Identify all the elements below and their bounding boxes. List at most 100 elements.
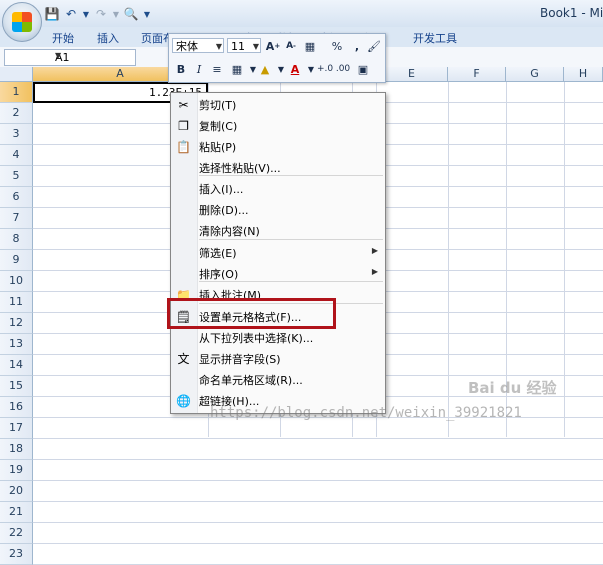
menu-item[interactable]: 从下拉列表中选择(K)... bbox=[171, 327, 385, 348]
quick-access-toolbar: 💾 ↶ ▼ ↷ ▼ 🔍 ▼ bbox=[44, 5, 152, 23]
row-header[interactable]: 10 bbox=[0, 271, 33, 292]
row-header[interactable]: 22 bbox=[0, 523, 33, 544]
row-header[interactable]: 6 bbox=[0, 187, 33, 208]
menu-item[interactable]: 插入(I)... bbox=[171, 178, 385, 199]
row-header[interactable]: 20 bbox=[0, 481, 33, 502]
menu-item[interactable]: 筛选(E) ▶ bbox=[171, 242, 385, 263]
print-preview-icon[interactable]: 🔍 bbox=[123, 6, 139, 22]
merge-center-icon[interactable]: ▣ bbox=[355, 61, 371, 77]
italic-icon[interactable]: I bbox=[191, 61, 207, 77]
column-header[interactable]: F bbox=[448, 67, 506, 82]
row-header[interactable]: 15 bbox=[0, 376, 33, 397]
row-header[interactable]: 11 bbox=[0, 292, 33, 313]
column-header[interactable]: H bbox=[564, 67, 603, 82]
paste-icon: 📋 bbox=[176, 139, 191, 154]
shrink-font-icon[interactable]: A- bbox=[283, 38, 299, 54]
menu-item-label: 命名单元格区域(R)... bbox=[199, 374, 303, 387]
menu-item[interactable]: ❐ 复制(C) bbox=[171, 115, 385, 136]
font-size-box[interactable]: 11 ▼ bbox=[227, 38, 261, 53]
menu-item-label: 复制(C) bbox=[199, 120, 238, 133]
menu-item-label: 插入(I)... bbox=[199, 183, 244, 196]
row-header[interactable]: 4 bbox=[0, 145, 33, 166]
menu-item[interactable]: 清除内容(N) bbox=[171, 220, 385, 241]
menu-separator bbox=[199, 239, 383, 240]
row-header[interactable]: 19 bbox=[0, 460, 33, 481]
highlight-box bbox=[167, 298, 336, 329]
menu-item[interactable]: 命名单元格区域(R)... bbox=[171, 369, 385, 390]
increase-decimal-icon[interactable]: +.0 bbox=[317, 61, 333, 77]
row-header[interactable]: 8 bbox=[0, 229, 33, 250]
menu-item-label: 删除(D)... bbox=[199, 204, 249, 217]
redo-icon[interactable]: ↷ bbox=[93, 6, 109, 22]
format-painter-icon[interactable]: 🖌 bbox=[366, 38, 382, 54]
row-header[interactable]: 14 bbox=[0, 355, 33, 376]
row-header[interactable]: 21 bbox=[0, 502, 33, 523]
redo-dropdown-icon[interactable]: ▼ bbox=[112, 6, 120, 22]
watermark-baidu: Bai du 经验 bbox=[468, 379, 557, 397]
submenu-arrow-icon: ▶ bbox=[371, 267, 378, 276]
office-button[interactable] bbox=[2, 2, 42, 42]
save-icon[interactable]: 💾 bbox=[44, 6, 60, 22]
decrease-decimal-icon[interactable]: .00 bbox=[335, 61, 351, 77]
bold-icon[interactable]: B bbox=[173, 61, 189, 77]
row-header[interactable]: 7 bbox=[0, 208, 33, 229]
name-box[interactable]: A1 ▼ bbox=[4, 49, 136, 66]
menu-item[interactable]: ✂ 剪切(T) bbox=[171, 94, 385, 115]
chevron-down-icon[interactable]: ▼ bbox=[253, 39, 259, 54]
percent-icon[interactable]: % bbox=[329, 38, 345, 54]
select-all-corner[interactable] bbox=[0, 67, 33, 82]
row-header[interactable]: 16 bbox=[0, 397, 33, 418]
menu-item[interactable]: 文显示拼音字段(S) bbox=[171, 348, 385, 369]
menu-separator bbox=[199, 175, 383, 176]
menu-item-label: 清除内容(N) bbox=[199, 225, 260, 238]
submenu-arrow-icon: ▶ bbox=[371, 246, 378, 255]
watermark-url: https://blog.csdn.net/weixin_39921821 bbox=[210, 405, 522, 421]
borders-icon[interactable]: ▦ bbox=[229, 61, 245, 77]
menu-item-label: 从下拉列表中选择(K)... bbox=[199, 332, 314, 345]
tab-developer[interactable]: 开发工具 bbox=[413, 30, 457, 46]
cell-styles-icon[interactable]: ▦ bbox=[302, 38, 318, 54]
phonetic-icon: 文 bbox=[177, 352, 190, 366]
fill-color-icon[interactable]: ▲ bbox=[257, 61, 273, 77]
mini-toolbar: 宋体 ▼ 11 ▼ A + A- ▦ % , 🖌 B I ≡ ▦ ▼ ▲ ▼ A ▼ … bbox=[168, 33, 386, 83]
row-header[interactable]: 2 bbox=[0, 103, 33, 124]
menu-item[interactable]: 📋 粘贴(P) bbox=[171, 136, 385, 157]
menu-item-label: 筛选(E) bbox=[199, 247, 237, 260]
row-header[interactable]: 1 bbox=[0, 82, 33, 103]
hyperlink-icon: 🌐 bbox=[176, 393, 191, 408]
chevron-down-icon[interactable]: ▼ bbox=[216, 39, 222, 54]
menu-item[interactable]: 删除(D)... bbox=[171, 199, 385, 220]
undo-dropdown-icon[interactable]: ▼ bbox=[82, 6, 90, 22]
row-header[interactable]: 5 bbox=[0, 166, 33, 187]
menu-item-label: 剪切(T) bbox=[199, 99, 237, 112]
column-header[interactable]: G bbox=[506, 67, 564, 82]
row-header[interactable]: 18 bbox=[0, 439, 33, 460]
column-header[interactable]: E bbox=[376, 67, 448, 82]
chevron-down-icon[interactable]: ▼ bbox=[55, 51, 133, 60]
menu-item-label: 排序(O) bbox=[199, 268, 239, 281]
menu-item-label: 选择性粘贴(V)... bbox=[199, 162, 281, 175]
comma-icon[interactable]: , bbox=[349, 38, 365, 54]
row-header[interactable]: 12 bbox=[0, 313, 33, 334]
font-name-value: 宋体 bbox=[176, 40, 198, 53]
row-header[interactable]: 13 bbox=[0, 334, 33, 355]
menu-separator bbox=[199, 281, 383, 282]
tab-insert[interactable]: 插入 bbox=[97, 30, 119, 46]
context-menu: ✂ 剪切(T) ❐ 复制(C) 📋 粘贴(P) 选择性粘贴(V)... 插入(I)... 删除(… bbox=[170, 92, 386, 414]
font-color-icon[interactable]: A bbox=[287, 61, 303, 77]
copy-icon: ❐ bbox=[178, 118, 189, 133]
scissors-icon: ✂ bbox=[178, 97, 189, 112]
row-header[interactable]: 9 bbox=[0, 250, 33, 271]
font-size-value: 11 bbox=[231, 40, 245, 53]
undo-icon[interactable]: ↶ bbox=[63, 6, 79, 22]
office-logo-icon bbox=[12, 12, 32, 32]
row-header[interactable]: 23 bbox=[0, 544, 33, 565]
tab-home[interactable]: 开始 bbox=[52, 30, 74, 46]
menu-item-label: 粘贴(P) bbox=[199, 141, 237, 154]
row-header[interactable]: 17 bbox=[0, 418, 33, 439]
grow-font-icon[interactable]: A + bbox=[265, 38, 281, 54]
font-name-box[interactable]: 宋体 ▼ bbox=[172, 38, 224, 53]
customize-qat-icon[interactable]: ▼ bbox=[142, 6, 152, 22]
align-center-icon[interactable]: ≡ bbox=[209, 61, 225, 77]
row-header[interactable]: 3 bbox=[0, 124, 33, 145]
